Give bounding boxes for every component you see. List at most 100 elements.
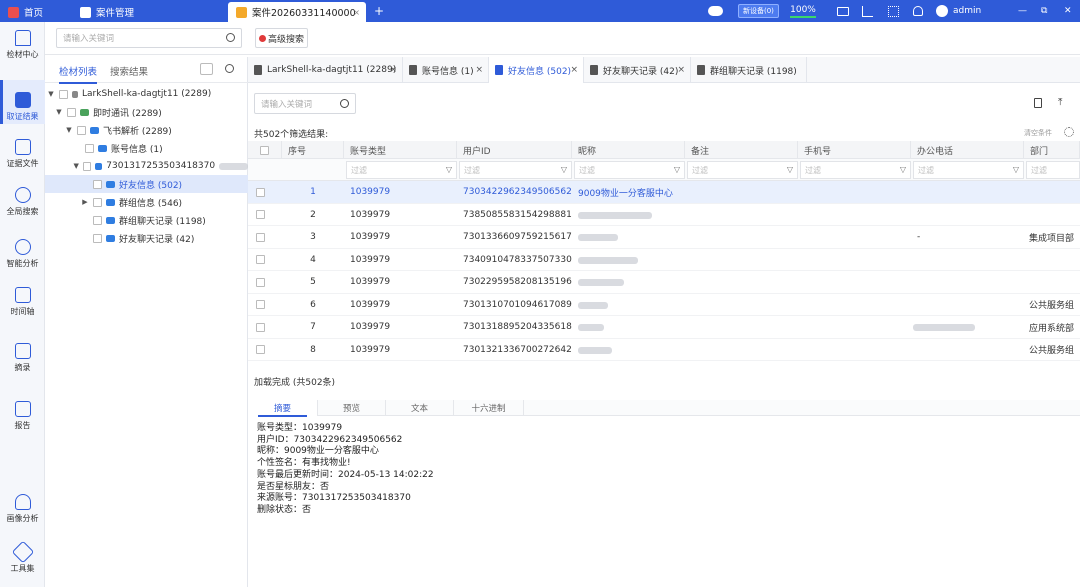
checkbox[interactable] bbox=[93, 233, 102, 243]
close-tab-icon[interactable]: × bbox=[389, 65, 397, 75]
minimize-button[interactable]: — bbox=[1018, 0, 1027, 22]
checkbox[interactable] bbox=[93, 215, 102, 225]
nav-evidence-files[interactable]: 证据文件 bbox=[0, 139, 45, 173]
headset-icon[interactable] bbox=[913, 0, 923, 22]
tree-node-account-id[interactable]: ▼ 7301317253503418370 bbox=[45, 157, 248, 175]
tab-material-list[interactable]: 检材列表 bbox=[59, 64, 98, 84]
tree-node-friends[interactable]: 好友信息 (502) bbox=[45, 175, 248, 193]
nav-portrait-analysis[interactable]: 画像分析 bbox=[0, 494, 45, 528]
nav-global-search[interactable]: 全局搜索 bbox=[0, 187, 45, 221]
nav-material-center[interactable]: 检材中心 bbox=[0, 30, 45, 70]
row-checkbox[interactable] bbox=[256, 277, 265, 287]
row-checkbox[interactable] bbox=[256, 232, 265, 242]
tab-case-management[interactable]: 案件管理 bbox=[80, 2, 134, 22]
tree-search-icon[interactable] bbox=[225, 64, 234, 73]
expand-arrow-icon[interactable]: ▼ bbox=[65, 126, 73, 134]
add-tab-icon[interactable]: + bbox=[374, 0, 384, 22]
tree-node-account-info[interactable]: 账号信息 (1) bbox=[45, 139, 248, 157]
collapse-icon[interactable] bbox=[200, 63, 213, 75]
tree-node-feishu[interactable]: ▼ 飞书解析 (2289) bbox=[45, 121, 248, 139]
close-tab-icon[interactable]: × bbox=[475, 65, 483, 75]
export-icon[interactable] bbox=[1034, 98, 1042, 108]
tab-case-active[interactable]: 案件20260331140000 × bbox=[228, 2, 366, 22]
grid-icon[interactable] bbox=[888, 0, 899, 22]
checkbox[interactable] bbox=[83, 161, 92, 171]
tree-node-im[interactable]: ▼ 即时通讯 (2289) bbox=[45, 103, 248, 121]
row-checkbox[interactable] bbox=[256, 187, 265, 197]
filter-input[interactable]: 过滤 ▽ bbox=[574, 161, 685, 179]
row-checkbox[interactable] bbox=[256, 255, 265, 265]
select-all-checkbox[interactable] bbox=[260, 145, 269, 155]
filter-icon[interactable]: ▽ bbox=[900, 165, 906, 174]
column-header[interactable]: 备注 bbox=[685, 141, 798, 159]
checkbox[interactable] bbox=[59, 89, 68, 99]
nav-timeline[interactable]: 时间轴 bbox=[0, 287, 45, 321]
result-tab-account[interactable]: 账号信息 (1) × bbox=[403, 57, 489, 83]
device-status-badge[interactable]: 新设备(0) bbox=[738, 4, 779, 18]
table-row[interactable]: 7 1039979 7301318895204335618 应用系统部 bbox=[248, 316, 1080, 339]
table-row[interactable]: 6 1039979 7301310701094617089 公共服务组 bbox=[248, 294, 1080, 316]
close-icon[interactable]: × bbox=[353, 8, 360, 17]
tab-summary[interactable]: 摘要 bbox=[248, 400, 318, 417]
nav-excerpt[interactable]: 摘录 bbox=[0, 343, 45, 377]
row-checkbox[interactable] bbox=[256, 345, 265, 355]
nav-smart-analysis[interactable]: 智能分析 bbox=[0, 239, 45, 273]
row-checkbox[interactable] bbox=[256, 210, 265, 220]
filter-input[interactable]: 过滤 ▽ bbox=[687, 161, 798, 179]
table-row[interactable]: 3 1039979 7301336609759215617 - 集成项目部 bbox=[248, 226, 1080, 249]
expand-arrow-icon[interactable]: ▶ bbox=[81, 198, 89, 206]
checkbox[interactable] bbox=[77, 125, 86, 135]
advanced-search-button[interactable]: 高级搜索 bbox=[255, 28, 308, 48]
result-tab-friends[interactable]: 好友信息 (502) × bbox=[489, 57, 584, 83]
settings-icon[interactable] bbox=[1064, 127, 1074, 137]
search-icon[interactable] bbox=[226, 33, 235, 42]
filter-input[interactable]: 过滤 ▽ bbox=[346, 161, 457, 179]
filter-icon[interactable]: ▽ bbox=[1013, 165, 1019, 174]
row-checkbox[interactable] bbox=[256, 300, 265, 310]
close-window-button[interactable]: ✕ bbox=[1064, 0, 1072, 22]
tab-preview[interactable]: 预览 bbox=[318, 400, 386, 416]
tree-node-root[interactable]: ▼ LarkShell-ka-dagtjt11 (2289) bbox=[45, 85, 248, 103]
checkbox[interactable] bbox=[93, 197, 102, 207]
screen-record-icon[interactable] bbox=[837, 0, 849, 22]
tab-home[interactable]: 首页 bbox=[8, 2, 43, 22]
column-header[interactable]: 部门 bbox=[1024, 141, 1080, 159]
tree-node-friend-chats[interactable]: 好友聊天记录 (42) bbox=[45, 229, 248, 247]
filter-input[interactable]: 过滤 bbox=[1026, 161, 1080, 179]
filter-icon[interactable]: ▽ bbox=[561, 165, 567, 174]
table-row[interactable]: 8 1039979 7301321336700272642 公共服务组 bbox=[248, 339, 1080, 361]
column-header[interactable]: 账号类型 bbox=[344, 141, 457, 159]
filter-input[interactable]: 过滤 ▽ bbox=[913, 161, 1024, 179]
cloud-icon[interactable] bbox=[708, 0, 723, 22]
filter-input[interactable]: 过滤 ▽ bbox=[800, 161, 911, 179]
user-menu[interactable]: admin bbox=[936, 0, 981, 22]
tree-node-groups[interactable]: ▶ 群组信息 (546) bbox=[45, 193, 248, 211]
row-checkbox[interactable] bbox=[256, 322, 265, 332]
table-row[interactable]: 2 1039979 7385085583154298881 bbox=[248, 204, 1080, 226]
close-tab-icon[interactable]: × bbox=[570, 65, 578, 75]
checkbox[interactable] bbox=[85, 143, 94, 153]
column-header[interactable]: 办公电话 bbox=[911, 141, 1024, 159]
result-tab-friend-chats[interactable]: 好友聊天记录 (42) × bbox=[584, 57, 691, 83]
column-header[interactable]: 手机号 bbox=[798, 141, 911, 159]
column-header[interactable]: 昵称 bbox=[572, 141, 685, 159]
nav-report[interactable]: 报告 bbox=[0, 401, 45, 435]
checkbox[interactable] bbox=[93, 179, 102, 189]
crop-icon[interactable] bbox=[862, 0, 873, 22]
nav-tools[interactable]: 工具集 bbox=[0, 540, 45, 578]
result-tab-larkshell[interactable]: LarkShell-ka-dagtjt11 (2289) × bbox=[248, 57, 403, 83]
table-row[interactable]: 5 1039979 7302295958208135196 bbox=[248, 271, 1080, 294]
close-tab-icon[interactable]: × bbox=[677, 65, 685, 75]
checkbox[interactable] bbox=[67, 107, 76, 117]
filter-icon[interactable]: ▽ bbox=[446, 165, 452, 174]
top-search-input[interactable]: 请输入关键词 bbox=[56, 28, 242, 48]
grid-search-input[interactable]: 请输入关键词 bbox=[254, 93, 356, 114]
nav-evidence-results[interactable]: 取证结果 bbox=[0, 80, 45, 124]
search-icon[interactable] bbox=[340, 99, 349, 108]
result-tab-group-chats[interactable]: 群组聊天记录 (1198) bbox=[691, 57, 807, 83]
tree-node-group-chats[interactable]: 群组聊天记录 (1198) bbox=[45, 211, 248, 229]
restore-button[interactable]: ⧉ bbox=[1041, 0, 1047, 22]
column-header[interactable]: 用户ID bbox=[457, 141, 572, 159]
expand-arrow-icon[interactable]: ▼ bbox=[47, 90, 55, 98]
expand-arrow-icon[interactable]: ▼ bbox=[73, 162, 79, 170]
